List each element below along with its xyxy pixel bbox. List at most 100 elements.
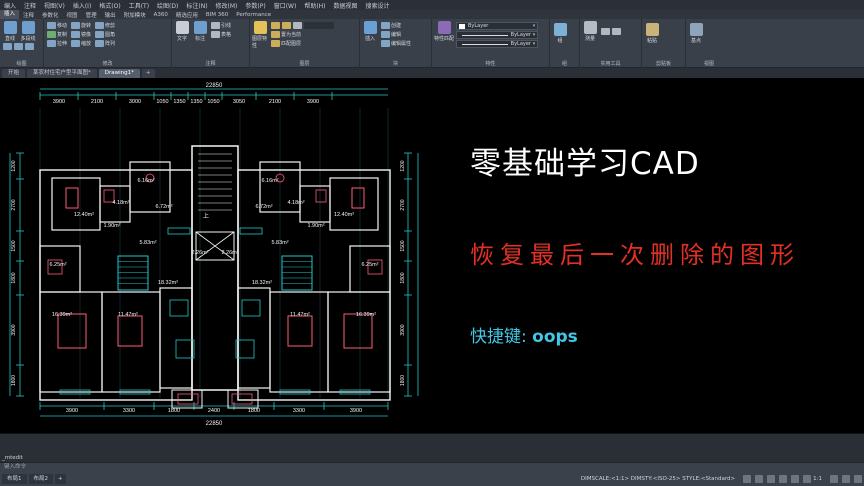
layer-dropdown[interactable]	[304, 22, 334, 29]
menu-item-8[interactable]: 修改(M)	[212, 1, 242, 10]
panel-properties: 特性匹配 ByLayer ▾ ByLayer ▾ ByLayer ▾ 特性	[432, 19, 550, 68]
layer-properties-tool[interactable]: 图层特性	[252, 21, 268, 49]
ribbon-tab-7[interactable]: A360	[150, 12, 172, 18]
ribbon-tab-1[interactable]: 注释	[19, 11, 38, 19]
menu-item-11[interactable]: 帮助(H)	[300, 1, 329, 10]
menu-item-5[interactable]: 工具(T)	[125, 1, 153, 10]
dimension-tool[interactable]: 标注	[192, 21, 208, 42]
ribbon-tab-8[interactable]: 精选应用	[172, 11, 202, 19]
menu-item-12[interactable]: 数据视图	[330, 1, 362, 10]
leader-icon[interactable]	[211, 22, 220, 29]
mirror-icon[interactable]	[71, 31, 81, 38]
balcony	[171, 389, 203, 409]
id-point-icon[interactable]	[601, 28, 610, 35]
menu-item-9[interactable]: 参数(P)	[241, 1, 269, 10]
linetype-dropdown[interactable]: ByLayer ▾	[456, 40, 538, 48]
quick-calc-icon[interactable]	[612, 28, 621, 35]
add-layout-button[interactable]: +	[55, 473, 66, 484]
circle-tool[interactable]	[3, 43, 12, 50]
annotation-scale[interactable]: 1:1	[813, 476, 822, 482]
file-tab-drawing1[interactable]: Drawing1*	[98, 69, 140, 78]
layer-bulb-icon[interactable]	[271, 22, 280, 29]
color-dropdown[interactable]: ByLayer ▾	[456, 22, 538, 30]
file-tab-start[interactable]: 开始	[2, 69, 26, 78]
panel-annotation-title: 注释	[205, 61, 216, 67]
bed-furniture	[343, 313, 373, 349]
array-icon[interactable]	[95, 40, 105, 47]
group-tool[interactable]: 组	[552, 23, 568, 44]
panel-modify: 移动 旋转 修剪 复制 镜像 圆角 拉伸 缩放 阵列 修改	[44, 19, 172, 68]
bedroom-wall	[51, 177, 101, 231]
top-dim-label: 1050	[207, 99, 219, 105]
ribbon-tab-0[interactable]: 插入	[0, 10, 20, 19]
fillet-icon[interactable]	[95, 31, 105, 38]
menu-item-0[interactable]: 编入	[0, 1, 20, 10]
ribbon-tab-10[interactable]: Performance	[232, 12, 275, 18]
ribbon-tab-6[interactable]: 附加模块	[120, 11, 150, 19]
polar-toggle-icon[interactable]	[779, 474, 788, 483]
menu-item-2[interactable]: 视图(V)	[40, 1, 69, 10]
base-view-icon	[689, 23, 703, 36]
workspace-gear-icon[interactable]	[830, 474, 838, 483]
paste-tool[interactable]: 粘贴	[644, 23, 660, 44]
table-icon[interactable]	[211, 31, 220, 38]
command-input[interactable]: 键入命令	[0, 462, 864, 471]
drawing-canvas[interactable]: 22850 3900 2100 3000 1050 1350 1350 1050 3050 210…	[0, 78, 864, 433]
annotation-visibility-icon[interactable]	[803, 474, 812, 483]
menu-item-7[interactable]: 标注(N)	[182, 1, 211, 10]
menu-item-3[interactable]: 插入(I)	[69, 1, 95, 10]
snap-toggle-icon[interactable]	[755, 474, 764, 483]
left-dim-label: 2700	[11, 199, 17, 210]
text-tool[interactable]: 文字	[174, 21, 190, 42]
layer-sun-icon[interactable]	[282, 22, 291, 29]
menu-item-13[interactable]: 搜索设计	[362, 1, 394, 10]
panel-utilities-title: 实用工具	[600, 61, 621, 67]
ribbon-tab-3[interactable]: 视图	[63, 11, 82, 19]
layer-set-current-icon[interactable]	[271, 31, 280, 38]
rect-tool[interactable]	[25, 43, 34, 50]
layout-tab-1[interactable]: 布局1	[2, 473, 27, 484]
panel-draw: 直线 多段线 绘图	[0, 19, 44, 68]
insert-block-tool[interactable]: 插入	[362, 21, 378, 48]
ortho-toggle-icon[interactable]	[767, 474, 776, 483]
layer-lock-icon[interactable]	[293, 22, 302, 29]
fullscreen-icon[interactable]	[842, 474, 850, 483]
ribbon-tab-5[interactable]: 输出	[101, 11, 120, 19]
dim-style-readout: DIMSCALE:<1:1> DIMSTY:<ISO-25> STYLE:<St…	[580, 475, 736, 482]
scale-icon[interactable]	[71, 40, 81, 47]
stretch-icon[interactable]	[47, 40, 56, 47]
polyline-tool[interactable]: 多段线	[20, 21, 36, 42]
layout-tab-2[interactable]: 布局2	[28, 473, 53, 484]
ribbon-tab-4[interactable]: 管理	[82, 11, 101, 19]
stair-unit	[281, 255, 313, 291]
room-area-label: 18.32m²	[158, 280, 178, 286]
menu-item-4[interactable]: 格式(O)	[95, 1, 124, 10]
menu-item-10[interactable]: 窗口(W)	[270, 1, 301, 10]
osnap-toggle-icon[interactable]	[791, 474, 800, 483]
room-area-label: 16.39m²	[356, 312, 376, 318]
line-tool[interactable]: 直线	[2, 21, 18, 42]
lineweight-dropdown[interactable]: ByLayer ▾	[456, 31, 538, 39]
trim-icon[interactable]	[95, 22, 105, 29]
panel-block-title: 块	[392, 61, 398, 67]
edit-block-icon[interactable]	[381, 31, 390, 38]
grid-toggle-icon[interactable]	[743, 474, 752, 483]
match-properties-tool[interactable]: 特性匹配	[434, 21, 454, 49]
arc-tool[interactable]	[14, 43, 23, 50]
base-view-tool[interactable]: 基点	[688, 23, 704, 44]
ribbon-tab-2[interactable]: 参数化	[38, 11, 63, 19]
customize-menu-icon[interactable]	[854, 474, 862, 483]
create-block-icon[interactable]	[381, 22, 390, 29]
menu-item-1[interactable]: 注释	[20, 1, 40, 10]
new-tab-button[interactable]: +	[141, 69, 155, 78]
rotate-icon[interactable]	[71, 22, 81, 29]
file-tab-plan[interactable]: 某农村住宅户型平面图*	[27, 69, 97, 78]
match-layer-icon[interactable]	[271, 40, 280, 47]
table-furniture	[241, 299, 261, 317]
menu-item-6[interactable]: 绘图(D)	[153, 1, 182, 10]
edit-attribute-icon[interactable]	[381, 40, 390, 47]
move-icon[interactable]	[47, 22, 56, 29]
measure-tool[interactable]: 测量	[582, 21, 598, 42]
copy-icon[interactable]	[47, 31, 56, 38]
ribbon-tab-9[interactable]: BIM 360	[202, 12, 232, 18]
